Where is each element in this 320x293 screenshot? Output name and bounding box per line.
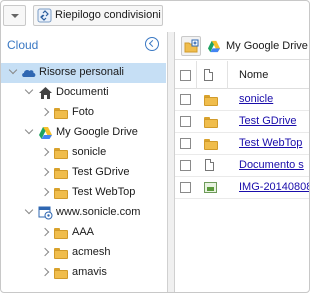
tree-item-label: www.sonicle.com xyxy=(56,206,141,218)
top-toolbar: Riepilogo condivisioni xyxy=(0,0,310,30)
new-folder-icon xyxy=(184,39,199,53)
tree-item-my-google-drive[interactable]: My Google Drive xyxy=(0,123,166,143)
expand-toggle[interactable] xyxy=(40,247,50,257)
file-row-test-webtop[interactable]: Test WebTop xyxy=(175,133,310,155)
folder-icon xyxy=(54,268,68,279)
toolbar-dropdown-button[interactable] xyxy=(3,5,26,26)
share-link-icon xyxy=(37,8,52,23)
row-checkbox[interactable] xyxy=(180,116,191,127)
tree-item-test-gdrive[interactable]: Test GDrive xyxy=(0,163,166,183)
expand-toggle[interactable] xyxy=(40,107,50,117)
folder-icon xyxy=(54,228,68,239)
folder-icon xyxy=(204,139,218,150)
expand-toggle[interactable] xyxy=(24,85,34,95)
ftp-server-icon xyxy=(38,206,53,220)
tree-item-label: sonicle xyxy=(72,146,107,158)
sidebar-title: Cloud xyxy=(7,38,39,52)
expand-toggle[interactable] xyxy=(40,147,50,157)
folder-icon xyxy=(54,148,68,159)
folder-icon xyxy=(204,95,218,106)
tree-item-amavis[interactable]: amavis xyxy=(0,263,166,283)
cloud-sidebar: Cloud Risorse personali Documenti Foto M… xyxy=(0,32,168,293)
row-checkbox[interactable] xyxy=(180,94,191,105)
row-checkbox[interactable] xyxy=(180,138,191,149)
cloud-window: Riepilogo condivisioni Cloud Risorse per… xyxy=(0,0,310,293)
file-type-column-icon xyxy=(204,69,213,81)
expand-toggle[interactable] xyxy=(24,205,34,215)
expand-toggle[interactable] xyxy=(40,227,50,237)
column-divider xyxy=(196,61,197,89)
share-summary-button[interactable]: Riepilogo condivisioni xyxy=(33,5,163,26)
sidebar-header: Cloud xyxy=(0,32,168,57)
folder-icon xyxy=(54,248,68,259)
folder-icon xyxy=(204,117,218,128)
tree-item-sonicle[interactable]: sonicle xyxy=(0,143,166,163)
tree-item-label: Test GDrive xyxy=(72,166,130,178)
file-name-link[interactable]: Documento s xyxy=(239,159,304,171)
expand-toggle[interactable] xyxy=(40,167,50,177)
column-header-name[interactable]: Nome xyxy=(239,69,268,81)
tree-item-label: Risorse personali xyxy=(39,66,124,78)
chevron-down-icon xyxy=(11,14,19,18)
row-checkbox[interactable] xyxy=(180,182,191,193)
image-file-icon xyxy=(204,182,217,193)
file-row-documento[interactable]: Documento s xyxy=(175,155,310,177)
tree-item-label: My Google Drive xyxy=(56,126,138,138)
tree-item-documenti[interactable]: Documenti xyxy=(0,83,166,103)
tree-item-label: Foto xyxy=(72,106,95,118)
grid-header: Nome xyxy=(175,61,310,89)
file-row-sonicle[interactable]: sonicle xyxy=(175,89,310,111)
cloud-icon xyxy=(22,69,36,77)
file-panel: My Google Drive Nome sonicle Test GDrive… xyxy=(175,32,310,293)
breadcrumb-bar: My Google Drive xyxy=(175,32,310,60)
row-checkbox[interactable] xyxy=(180,160,191,171)
tree-item-risorse-personali[interactable]: Risorse personali xyxy=(0,63,166,83)
tree-item-test-webtop[interactable]: Test WebTop xyxy=(0,183,166,203)
folder-icon xyxy=(54,108,68,119)
home-icon xyxy=(39,87,52,99)
tree-item-label: amavis xyxy=(72,266,107,278)
document-icon xyxy=(205,159,214,171)
file-row-test-gdrive[interactable]: Test GDrive xyxy=(175,111,310,133)
tree-item-acmesh[interactable]: acmesh xyxy=(0,243,166,263)
file-row-img[interactable]: IMG-20140808 xyxy=(175,177,310,199)
folder-icon xyxy=(54,188,68,199)
chevron-left-circle-icon[interactable] xyxy=(145,37,159,51)
expand-toggle[interactable] xyxy=(40,267,50,277)
file-name-link[interactable]: sonicle xyxy=(239,93,273,105)
tree-item-aaa[interactable]: AAA xyxy=(0,223,166,243)
tree-item-label: AAA xyxy=(72,226,95,238)
share-summary-label: Riepilogo condivisioni xyxy=(55,9,161,21)
panel-splitter[interactable] xyxy=(168,32,175,293)
file-name-link[interactable]: Test WebTop xyxy=(239,137,302,149)
tree-item-label: Documenti xyxy=(56,86,109,98)
breadcrumb-current[interactable]: My Google Drive xyxy=(226,40,308,52)
tree-item-label: acmesh xyxy=(72,246,111,258)
tree-item-foto[interactable]: Foto xyxy=(0,103,166,123)
new-item-button[interactable] xyxy=(181,36,201,56)
google-drive-icon xyxy=(39,127,52,139)
google-drive-icon xyxy=(207,40,221,53)
folder-icon xyxy=(54,168,68,179)
select-all-checkbox[interactable] xyxy=(180,70,191,81)
tree-item-label: Test WebTop xyxy=(72,186,136,198)
expand-toggle[interactable] xyxy=(8,65,18,75)
expand-toggle[interactable] xyxy=(40,187,50,197)
file-name-link[interactable]: Test GDrive xyxy=(239,115,296,127)
tree-item-www-sonicle-com[interactable]: www.sonicle.com xyxy=(0,203,166,223)
file-name-link[interactable]: IMG-20140808 xyxy=(239,181,310,193)
column-divider xyxy=(227,61,228,89)
expand-toggle[interactable] xyxy=(24,125,34,135)
